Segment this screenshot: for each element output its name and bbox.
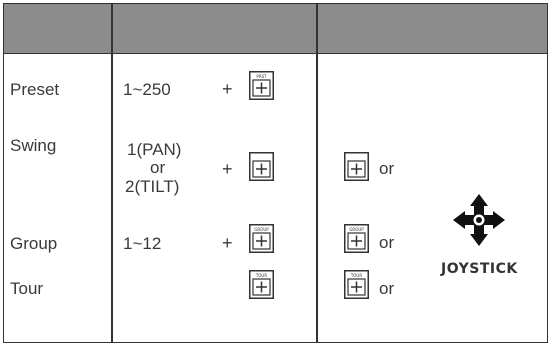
swing-or: or — [379, 159, 395, 178]
keycap-icon: GROUP — [344, 224, 369, 253]
keycap-icon: TOUR — [249, 270, 274, 299]
keycap-icon — [249, 152, 274, 181]
keycap-icon: TOUR — [344, 270, 369, 299]
group-or: or — [379, 233, 395, 252]
swing-range-line1: 1(PAN) — [127, 140, 182, 159]
function-table: Preset Swing Group Tour 1~250 + PRST 1(P… — [3, 3, 548, 343]
row-label-tour: Tour — [10, 279, 44, 298]
preset-range: 1~250 — [123, 80, 171, 99]
group-plus: + — [222, 233, 233, 253]
group-plus-key: GROUP — [249, 224, 274, 253]
swing-alt-key — [344, 152, 369, 181]
swing-plus-key — [249, 152, 274, 181]
tour-plus-key: TOUR — [249, 270, 274, 299]
row-label-swing: Swing — [10, 136, 57, 155]
preset-plus-key: PRST — [249, 71, 274, 100]
column-divider-2 — [316, 4, 318, 342]
table-header-row — [4, 4, 547, 54]
keycap-icon: GROUP — [249, 224, 274, 253]
keycap-icon: PRST — [249, 71, 274, 100]
joystick-label: JOYSTICK — [441, 261, 518, 277]
column-divider-1 — [111, 4, 113, 342]
group-alt-key-text: GROUP — [349, 227, 364, 232]
swing-plus: + — [222, 159, 233, 179]
swing-range-line2: or — [150, 158, 166, 177]
tour-alt-key: TOUR — [344, 270, 369, 299]
group-range: 1~12 — [123, 234, 162, 253]
joystick-icon — [451, 192, 507, 248]
keycap-icon — [344, 152, 369, 181]
group-alt-key: GROUP — [344, 224, 369, 253]
preset-key-text: PRST — [256, 74, 267, 79]
swing-range-line3: 2(TILT) — [125, 177, 180, 196]
row-label-preset: Preset — [10, 80, 60, 99]
row-label-group: Group — [10, 234, 58, 253]
tour-alt-key-text: TOUR — [350, 273, 363, 278]
tour-or: or — [379, 279, 395, 298]
tour-key-text: TOUR — [255, 273, 268, 278]
group-key-text: GROUP — [254, 227, 269, 232]
preset-plus: + — [222, 79, 233, 99]
